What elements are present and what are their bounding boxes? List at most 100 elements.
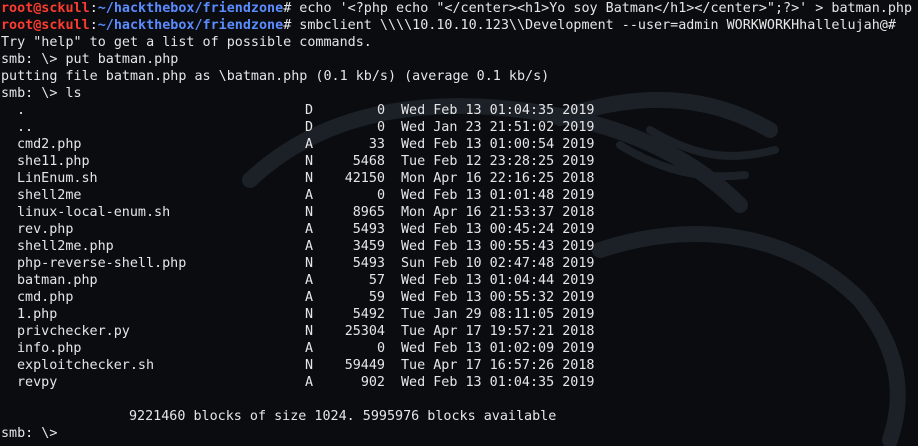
listing-row: LinEnum.sh N 42150 Mon Apr 16 22:16:25 2018: [1, 170, 917, 187]
listing-row: php-reverse-shell.php N 5493 Sun Feb 10 02:…: [1, 255, 917, 272]
file-date: Sun Feb 10 02:47:48 2019: [401, 256, 595, 271]
file-attribute: N: [305, 324, 314, 339]
file-name: cmd2.php: [17, 137, 82, 152]
file-size: 5493: [352, 256, 385, 271]
command-line-smbclient: root@sckull:~/hackthebox/friendzone# smb…: [1, 17, 917, 34]
file-attribute: N: [305, 256, 314, 271]
file-name: she11.php: [17, 154, 90, 169]
file-attribute: A: [305, 273, 314, 288]
listing-row: cmd2.php A 33 Wed Feb 13 01:00:54 2019: [1, 136, 917, 153]
listing-row: rev.php A 5493 Wed Feb 13 00:45:24 2019: [1, 221, 917, 238]
file-attribute: A: [305, 188, 314, 203]
file-name: cmd.php: [17, 290, 74, 305]
file-date: Mon Apr 16 22:16:25 2018: [401, 171, 595, 186]
smb-ls-line: smb: \> ls: [1, 86, 82, 101]
prompt-colon: :: [89, 1, 98, 16]
file-date: Mon Apr 16 21:53:37 2018: [401, 205, 595, 220]
listing-row: 1.php N 5492 Tue Jan 29 08:11:05 2019: [1, 306, 917, 323]
directory-listing: . D 0 Wed Feb 13 01:04:35 2019.. D 0 Wed Jan 2…: [1, 102, 917, 391]
file-name: linux-local-enum.sh: [17, 205, 171, 220]
file-attribute: D: [305, 103, 314, 118]
file-name: privchecker.py: [17, 324, 130, 339]
listing-row: shell2me.php A 3459 Wed Feb 13 00:55:43 201…: [1, 238, 917, 255]
smb-prompt-text: smb: \>: [1, 426, 58, 441]
file-size: 0: [376, 341, 385, 356]
file-date: Tue Jan 29 08:11:05 2019: [401, 307, 595, 322]
file-name: .: [17, 103, 26, 118]
listing-row: linux-local-enum.sh N 8965 Mon Apr 16 21:53…: [1, 204, 917, 221]
listing-row: exploitchecker.sh N 59449 Tue Apr 17 16:57:…: [1, 357, 917, 374]
file-date: Wed Feb 13 01:00:54 2019: [401, 137, 595, 152]
file-date: Wed Feb 13 00:55:43 2019: [401, 239, 595, 254]
blocks-summary-line: 9221460 blocks of size 1024. 5995976 blo…: [129, 409, 557, 424]
file-name: info.php: [17, 341, 82, 356]
file-date: Wed Feb 13 01:04:35 2019: [401, 375, 595, 390]
file-attribute: A: [305, 290, 314, 305]
file-date: Wed Feb 13 01:01:48 2019: [401, 188, 595, 203]
prompt-user-host: root@sckull: [1, 1, 90, 16]
file-size: 0: [376, 120, 385, 135]
file-size: 5468: [352, 154, 385, 169]
file-attribute: N: [305, 358, 314, 373]
file-name: batman.php: [17, 273, 98, 288]
file-date: Wed Feb 13 01:02:09 2019: [401, 341, 595, 356]
file-size: 5492: [352, 307, 385, 322]
file-name: rev.php: [17, 222, 74, 237]
smb-prompt-line[interactable]: smb: \>: [1, 425, 917, 442]
file-date: Wed Feb 13 01:04:35 2019: [401, 103, 595, 118]
smb-put-line: smb: \> put batman.php: [1, 52, 179, 67]
file-attribute: N: [305, 154, 314, 169]
listing-row: . D 0 Wed Feb 13 01:04:35 2019: [1, 102, 917, 119]
file-name: shell2me.php: [17, 239, 114, 254]
file-size: 59449: [344, 358, 385, 373]
command-text: echo '<?php echo "</center><h1>Yo soy Ba…: [291, 1, 913, 16]
file-name: exploitchecker.sh: [17, 358, 155, 373]
file-size: 8965: [352, 205, 385, 220]
file-size: 0: [376, 188, 385, 203]
file-size: 33: [368, 137, 385, 152]
file-date: Tue Apr 17 16:57:26 2018: [401, 358, 595, 373]
file-size: 25304: [344, 324, 385, 339]
file-attribute: A: [305, 341, 314, 356]
file-size: 3459: [352, 239, 385, 254]
file-attribute: A: [305, 239, 314, 254]
file-date: Wed Jan 23 21:51:02 2019: [401, 120, 595, 135]
file-attribute: N: [305, 307, 314, 322]
prompt-path: ~/hackthebox/friendzone: [97, 1, 284, 16]
file-attribute: A: [305, 222, 314, 237]
file-name: LinEnum.sh: [17, 171, 98, 186]
file-name: ..: [17, 120, 34, 135]
file-date: Tue Apr 17 19:57:21 2018: [401, 324, 595, 339]
listing-row: privchecker.py N 25304 Tue Apr 17 19:57:21 …: [1, 323, 917, 340]
file-attribute: N: [305, 171, 314, 186]
file-name: 1.php: [17, 307, 58, 322]
listing-row: info.php A 0 Wed Feb 13 01:02:09 2019: [1, 340, 917, 357]
file-date: Wed Feb 13 00:55:32 2019: [401, 290, 595, 305]
file-date: Wed Feb 13 01:04:44 2019: [401, 273, 595, 288]
file-attribute: A: [305, 375, 314, 390]
listing-row: cmd.php A 59 Wed Feb 13 00:55:32 2019: [1, 289, 917, 306]
file-size: 902: [360, 375, 385, 390]
terminal-window[interactable]: root@sckull:~/hackthebox/friendzone# ech…: [1, 0, 917, 446]
file-attribute: D: [305, 120, 314, 135]
listing-row: .. D 0 Wed Jan 23 21:51:02 2019: [1, 119, 917, 136]
putting-output-line: putting file batman.php as \batman.php (…: [1, 69, 550, 84]
file-size: 57: [368, 273, 385, 288]
listing-row: she11.php N 5468 Tue Feb 12 23:28:25 2019: [1, 153, 917, 170]
file-date: Tue Feb 12 23:28:25 2019: [401, 154, 595, 169]
listing-row: batman.php A 57 Wed Feb 13 01:04:44 2019: [1, 272, 917, 289]
file-name: revpy: [17, 375, 58, 390]
listing-row: shell2me A 0 Wed Feb 13 01:01:48 2019: [1, 187, 917, 204]
file-attribute: N: [305, 205, 314, 220]
file-date: Wed Feb 13 00:45:24 2019: [401, 222, 595, 237]
prompt-user-host: root@sckull: [1, 18, 90, 33]
file-size: 5493: [352, 222, 385, 237]
prompt-colon: :: [89, 18, 98, 33]
file-attribute: A: [305, 137, 314, 152]
file-size: 0: [376, 103, 385, 118]
listing-row: revpy A 902 Wed Feb 13 01:04:35 2019: [1, 374, 917, 391]
command-line-echo: root@sckull:~/hackthebox/friendzone# ech…: [1, 0, 917, 17]
file-size: 42150: [344, 171, 385, 186]
prompt-path: ~/hackthebox/friendzone: [97, 18, 284, 33]
